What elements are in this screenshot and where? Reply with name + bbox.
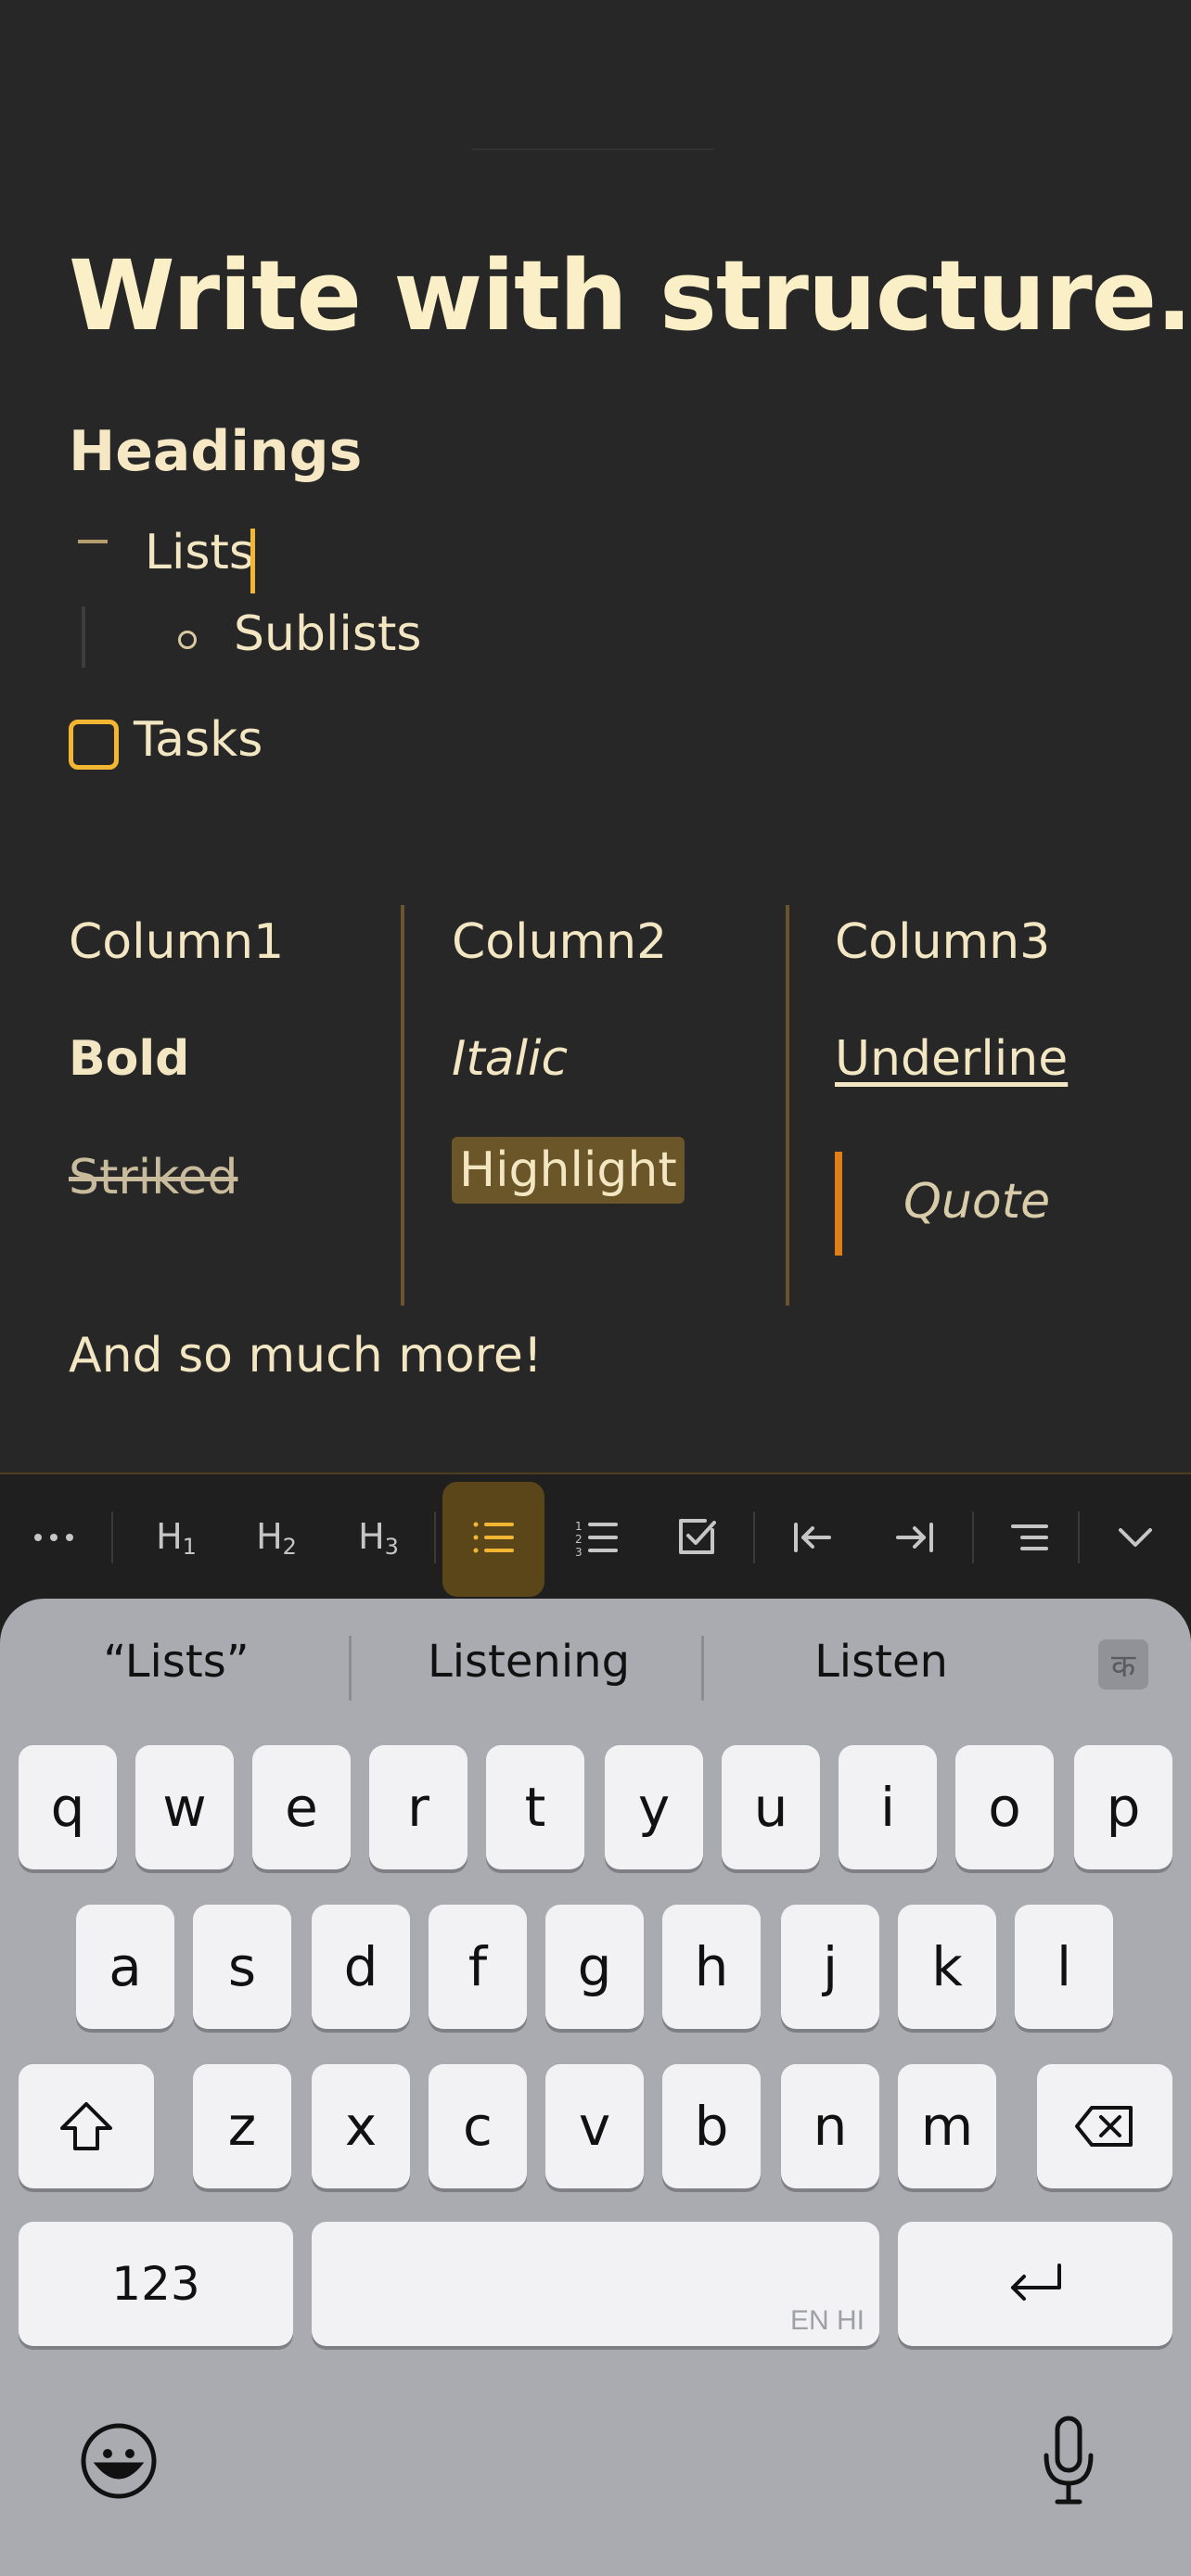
suggestion-1[interactable]: “Lists”	[19, 1636, 334, 1688]
list-dash-icon	[78, 540, 108, 543]
key-s[interactable]: s	[193, 1905, 291, 2029]
key-u[interactable]: u	[722, 1745, 820, 1869]
key-x[interactable]: x	[312, 2064, 410, 2188]
space-key[interactable]: EN HI	[312, 2222, 879, 2346]
key-g[interactable]: g	[545, 1905, 644, 2029]
key-b[interactable]: b	[662, 2064, 761, 2188]
backspace-key[interactable]	[1037, 2064, 1172, 2188]
microphone-icon[interactable]	[1041, 2415, 1096, 2507]
svg-text:3: 3	[575, 1546, 583, 1556]
numbered-list-icon[interactable]: 1 2 3	[560, 1474, 634, 1600]
numbers-key[interactable]: 123	[19, 2222, 293, 2346]
footer-text[interactable]: And so much more!	[69, 1328, 543, 1384]
heading3-button[interactable]: H3	[341, 1474, 416, 1600]
striked-text[interactable]: Striked	[69, 1150, 237, 1205]
key-r[interactable]: r	[369, 1745, 467, 1869]
checkbox-icon[interactable]	[660, 1474, 735, 1600]
text-format-icon[interactable]	[992, 1474, 1067, 1600]
highlight-text[interactable]: Highlight	[452, 1137, 685, 1204]
text-cursor	[250, 529, 255, 593]
key-y[interactable]: y	[605, 1745, 703, 1869]
column-divider	[401, 905, 404, 1306]
quote-bar	[835, 1152, 842, 1256]
space-language-label: EN HI	[789, 2305, 864, 2336]
emoji-icon[interactable]	[80, 2422, 158, 2500]
keyboard: “Lists” Listening Listen क q w e r t y u…	[0, 1599, 1191, 2576]
key-p[interactable]: p	[1074, 1745, 1172, 1869]
svg-text:2: 2	[575, 1533, 583, 1546]
editor[interactable]: Write with structure. Headings Lists Sub…	[0, 0, 1191, 1473]
list-item-text[interactable]: Lists	[145, 525, 254, 580]
key-n[interactable]: n	[781, 2064, 879, 2188]
task-checkbox[interactable]	[69, 720, 119, 770]
key-o[interactable]: o	[955, 1745, 1054, 1869]
column2-header[interactable]: Column2	[452, 914, 667, 970]
key-v[interactable]: v	[545, 2064, 644, 2188]
more-icon[interactable]	[17, 1474, 91, 1600]
sublist-guide	[82, 606, 85, 668]
key-c[interactable]: c	[429, 2064, 527, 2188]
shift-key[interactable]	[19, 2064, 154, 2188]
heading2-button[interactable]: H2	[239, 1474, 314, 1600]
return-key[interactable]	[898, 2222, 1172, 2346]
bullet-list-icon[interactable]	[456, 1474, 531, 1600]
key-t[interactable]: t	[486, 1745, 584, 1869]
heading1-button[interactable]: H1	[139, 1474, 213, 1600]
bold-text[interactable]: Bold	[69, 1031, 189, 1087]
column-divider	[786, 905, 789, 1306]
key-l[interactable]: l	[1015, 1905, 1113, 2029]
quote-text[interactable]: Quote	[903, 1174, 1050, 1230]
suggestion-3[interactable]: Listen	[714, 1636, 1048, 1688]
heading-block[interactable]: Headings	[69, 419, 362, 484]
chevron-down-icon[interactable]	[1098, 1474, 1172, 1600]
language-switch-key[interactable]: क	[1098, 1639, 1148, 1690]
underline-text[interactable]: Underline	[835, 1031, 1068, 1087]
key-z[interactable]: z	[193, 2064, 291, 2188]
document-title[interactable]: Write with structure.	[69, 239, 1191, 352]
key-i[interactable]: i	[839, 1745, 937, 1869]
key-j[interactable]: j	[781, 1905, 879, 2029]
italic-text[interactable]: Italic	[452, 1031, 568, 1087]
indent-icon[interactable]	[877, 1474, 952, 1600]
suggestion-2[interactable]: Listening	[362, 1636, 696, 1688]
key-f[interactable]: f	[429, 1905, 527, 2029]
sublist-bullet-icon	[178, 631, 197, 649]
key-a[interactable]: a	[76, 1905, 174, 2029]
outdent-icon[interactable]	[775, 1474, 850, 1600]
key-h[interactable]: h	[662, 1905, 761, 2029]
drag-handle	[471, 148, 714, 150]
sublist-item-text[interactable]: Sublists	[234, 606, 421, 662]
key-d[interactable]: d	[312, 1905, 410, 2029]
column3-header[interactable]: Column3	[835, 914, 1050, 970]
key-k[interactable]: k	[898, 1905, 996, 2029]
key-q[interactable]: q	[19, 1745, 117, 1869]
key-m[interactable]: m	[898, 2064, 996, 2188]
key-e[interactable]: e	[252, 1745, 351, 1869]
formatting-toolbar: H1 H2 H3 1 2 3	[0, 1473, 1191, 1599]
key-w[interactable]: w	[135, 1745, 234, 1869]
task-item-text[interactable]: Tasks	[134, 712, 263, 768]
svg-text:1: 1	[575, 1520, 583, 1533]
column1-header[interactable]: Column1	[69, 914, 284, 970]
